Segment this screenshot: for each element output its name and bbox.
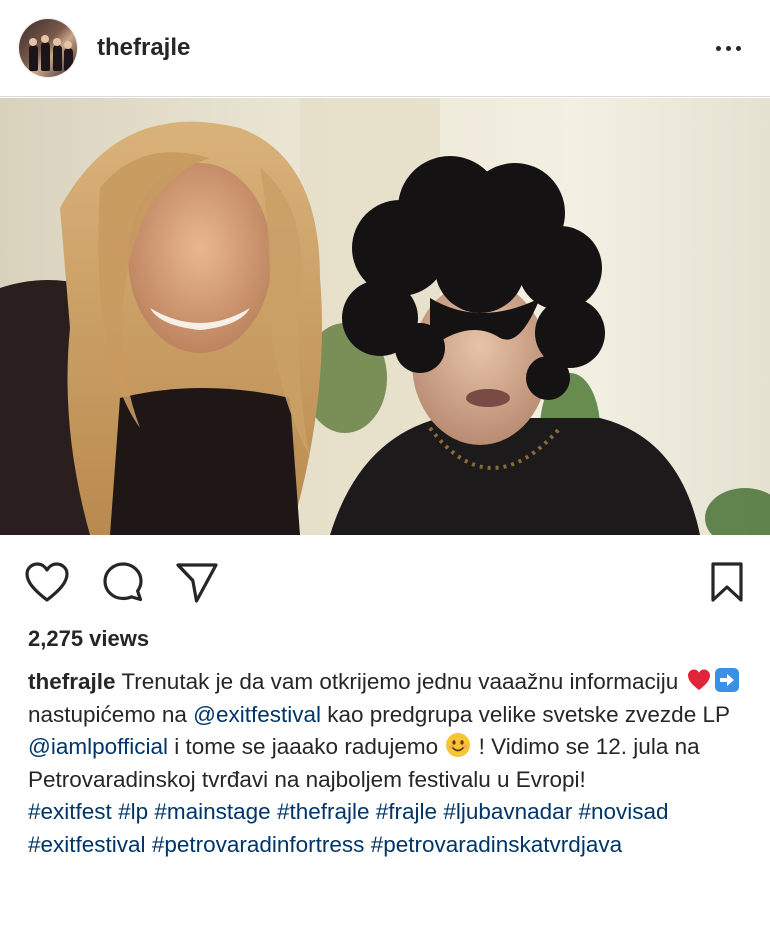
caption-username[interactable]: thefrajle bbox=[28, 669, 116, 694]
right-arrow-emoji-icon bbox=[714, 668, 739, 692]
post-header: thefrajle bbox=[0, 0, 770, 97]
ellipsis-icon bbox=[725, 45, 731, 51]
hashtag-link[interactable]: #novisad bbox=[578, 799, 668, 824]
photo-person-left-body bbox=[110, 388, 300, 535]
comment-icon bbox=[103, 562, 143, 602]
paper-plane-icon bbox=[176, 563, 218, 603]
avatar-figure bbox=[64, 48, 73, 71]
post-action-bar bbox=[0, 545, 770, 617]
avatar-figure bbox=[29, 45, 38, 71]
caption-text: kao predgrupa velike svetske zvezde LP bbox=[321, 701, 730, 727]
mention-link[interactable]: @iamlpofficial bbox=[28, 734, 168, 759]
post-caption: thefrajle Trenutak je da vam otkrijemo j… bbox=[28, 666, 748, 861]
save-button[interactable] bbox=[702, 557, 752, 607]
ellipsis-icon bbox=[735, 45, 741, 51]
post-username[interactable]: thefrajle bbox=[97, 33, 190, 63]
avatar-figure-head bbox=[64, 41, 72, 49]
avatar-figure bbox=[41, 42, 50, 71]
hashtag-link[interactable]: #thefrajle bbox=[277, 799, 370, 824]
photo-illustration bbox=[0, 98, 770, 535]
photo-person-right-mouth bbox=[466, 389, 510, 407]
hashtag-link[interactable]: #ljubavnadar bbox=[443, 799, 572, 824]
heart-outline-icon bbox=[25, 562, 69, 602]
caption-text: i tome se jaaako radujemo bbox=[167, 734, 445, 759]
hashtag-link[interactable]: #petrovaradinskatvrdjava bbox=[371, 832, 622, 857]
caption-text: Trenutak je da vam otkrijemo jednu vaaaž… bbox=[115, 669, 685, 694]
caption-text: nastupićemo na bbox=[28, 701, 194, 727]
view-count[interactable]: 2,275 views bbox=[28, 624, 149, 654]
ellipsis-icon bbox=[715, 45, 721, 51]
avatar-figure bbox=[53, 45, 62, 71]
share-button[interactable] bbox=[172, 557, 222, 607]
hashtag-link[interactable]: #mainstage bbox=[154, 799, 270, 824]
hashtag-link[interactable]: #frajle bbox=[376, 799, 437, 824]
hashtag-link[interactable]: #exitfest bbox=[28, 799, 112, 824]
like-button[interactable] bbox=[22, 557, 72, 607]
bookmark-icon bbox=[711, 562, 743, 602]
hashtag-link[interactable]: #petrovaradinfortress bbox=[152, 832, 365, 857]
avatar-figure-head bbox=[41, 35, 49, 43]
more-options-button[interactable] bbox=[708, 33, 748, 63]
avatar[interactable] bbox=[19, 19, 77, 77]
heart-emoji-icon bbox=[687, 669, 710, 690]
mention-link[interactable]: @exitfestival bbox=[193, 702, 321, 727]
hashtag-link[interactable]: #exitfestival bbox=[28, 832, 146, 857]
avatar-figure-head bbox=[53, 38, 61, 46]
hashtag-link[interactable]: #lp bbox=[118, 799, 148, 824]
comment-button[interactable] bbox=[98, 557, 148, 607]
avatar-figure-head bbox=[29, 38, 37, 46]
post-photo[interactable] bbox=[0, 98, 770, 535]
smiling-face-emoji-icon bbox=[446, 733, 471, 757]
